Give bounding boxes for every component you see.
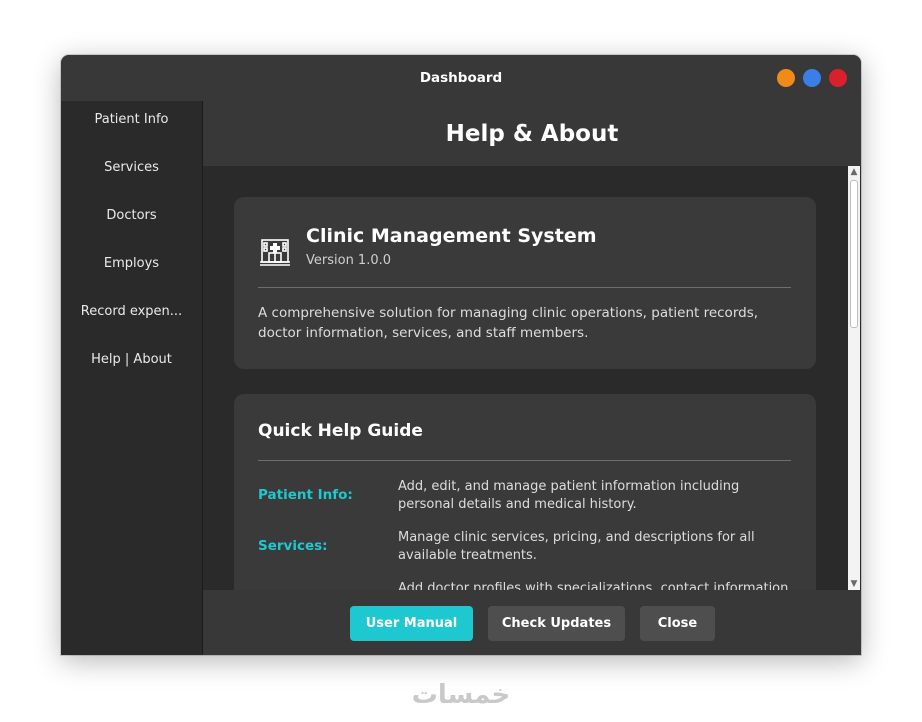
sidebar-item-help-about[interactable]: Help | About [61,341,202,389]
page-header: Help & About [203,101,861,166]
divider [258,287,791,288]
about-card: Clinic Management System Version 1.0.0 A… [234,197,816,369]
sidebar-item-employs[interactable]: Employs [61,245,202,293]
user-manual-button[interactable]: User Manual [350,606,473,641]
help-card: Quick Help Guide Patient Info: Add, edit… [234,394,816,590]
main-panel: Help & About Clinic Management System Ve… [203,101,861,655]
sidebar-item-services[interactable]: Services [61,149,202,197]
footer-bar: User Manual Check Updates Close [203,590,861,655]
divider [258,460,791,461]
help-item-text: Manage clinic services, pricing, and des… [398,530,755,563]
help-title: Quick Help Guide [258,421,423,441]
app-description: A comprehensive solution for managing cl… [258,305,759,341]
vertical-scrollbar[interactable]: ▲ ▼ [848,166,860,590]
close-button[interactable]: Close [640,606,715,641]
title-bar[interactable]: Dashboard [61,55,861,101]
scrollbar-thumb[interactable] [850,180,858,328]
window-controls [777,69,847,87]
help-item-key: Patient Info: [258,487,353,503]
sidebar-item-record-expenses[interactable]: Record expen... [61,293,202,341]
app-window: Dashboard Patient Info Services Doctors … [61,55,861,655]
app-version: Version 1.0.0 [306,253,392,268]
scroll-up-arrow-icon[interactable]: ▲ [848,166,860,178]
sidebar-item-doctors[interactable]: Doctors [61,197,202,245]
check-updates-button[interactable]: Check Updates [488,606,625,641]
hospital-icon [260,239,290,266]
app-name: Clinic Management System [306,225,597,247]
close-window-button[interactable] [829,69,847,87]
help-item-text: Add doctor profiles with specializations… [398,581,789,590]
content-scroll-area[interactable]: Clinic Management System Version 1.0.0 A… [203,166,861,590]
maximize-button[interactable] [803,69,821,87]
sidebar: Patient Info Services Doctors Employs Re… [61,101,203,655]
window-title: Dashboard [419,70,503,86]
help-item-text: Add, edit, and manage patient informatio… [398,479,740,512]
help-item-key: Services: [258,538,328,554]
scroll-down-arrow-icon[interactable]: ▼ [848,578,860,590]
watermark-logo: خمسات [411,680,511,710]
sidebar-item-patient-info[interactable]: Patient Info [61,101,202,149]
minimize-button[interactable] [777,69,795,87]
page-title: Help & About [445,120,619,147]
